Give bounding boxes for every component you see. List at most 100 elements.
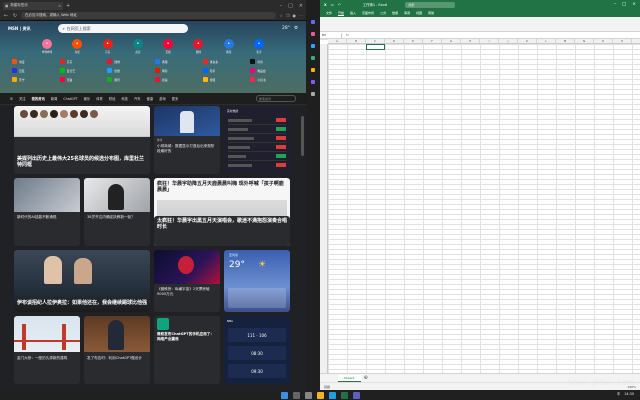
weather-card[interactable]: 圣何塞 29° ☀	[224, 250, 290, 312]
news-card[interactable]: 新时代的AI技能不断涌现	[14, 178, 80, 246]
feed-tab[interactable]: 更多	[172, 96, 179, 101]
news-card-big[interactable]: 伊布谈招纪人拉伊奥拉：如果他还在，我会继续踢球比他强	[14, 250, 150, 312]
quick-link[interactable]: • 知乎	[252, 39, 266, 54]
collections-icon[interactable]: ❐	[286, 13, 290, 18]
web-search-input[interactable]: ⌕ 在网页上搜索	[58, 24, 189, 33]
shortcut-item[interactable]: 携程	[155, 58, 199, 65]
minimize-icon[interactable]: –	[614, 2, 616, 7]
maximize-icon[interactable]: □	[288, 3, 293, 9]
ribbon-tab[interactable]: 插入	[350, 11, 356, 15]
shortcut-item[interactable]: 网易	[155, 67, 199, 74]
shortcut-item[interactable]: 拼多多	[202, 58, 247, 65]
news-card-big[interactable]: 美媒列出历史上最伟大25名球员的候选分布图，库里杜兰特同框	[14, 106, 150, 174]
settings-gear-icon[interactable]: ⚙	[294, 26, 298, 31]
close-window-icon[interactable]: ×	[299, 3, 303, 9]
column-header[interactable]: C	[366, 39, 385, 43]
shortcut-item[interactable]: 微博	[107, 58, 151, 65]
language-indicator[interactable]: 中	[617, 391, 620, 396]
quick-link[interactable]: • 淘宝	[70, 39, 84, 54]
column-header[interactable]: P	[613, 39, 632, 43]
edge-icon[interactable]	[328, 391, 336, 399]
shortcut-item[interactable]: 小红书	[250, 76, 294, 83]
save-icon[interactable]: ▭	[331, 3, 334, 7]
feed-search-input[interactable]: 搜索资讯	[256, 95, 296, 102]
shortcut-item[interactable]: 爱奇艺	[59, 67, 104, 74]
excel-search-input[interactable]: 搜索	[405, 1, 456, 8]
ribbon-tab[interactable]: 数据	[392, 11, 398, 15]
news-card-wide[interactable]: 太疯狂！华晨宇出黑五月天演唱会，歌迷不满抱怨演奏合唱时长	[154, 216, 290, 246]
column-header[interactable]: F	[423, 39, 442, 43]
feed-scrollbar[interactable]	[301, 106, 304, 390]
shortcut-item[interactable]: 百度	[12, 67, 56, 74]
column-header[interactable]: A	[328, 39, 347, 43]
column-header[interactable]: I	[480, 39, 499, 43]
news-card[interactable]: 体育 小球商城：数据显示打造后出来现阶段最好的	[154, 106, 220, 174]
ribbon-tab[interactable]: 公式	[380, 11, 386, 15]
store-icon[interactable]	[352, 391, 360, 399]
address-bar[interactable]: 在必应中搜索，或输入 Web 地址	[21, 12, 277, 19]
column-header[interactable]: G	[442, 39, 461, 43]
quick-link[interactable]: • 京东	[101, 39, 115, 54]
snap-divider[interactable]	[306, 0, 320, 390]
feed-tab[interactable]: 游戏	[159, 96, 166, 101]
feed-tab[interactable]: 新闻	[51, 96, 58, 101]
quick-link[interactable]: • 必应	[131, 39, 145, 54]
weather-map[interactable]	[228, 288, 286, 308]
ribbon-tab[interactable]: 文件	[326, 11, 332, 15]
sidebar-app-icon[interactable]	[311, 32, 315, 36]
shortcut-item[interactable]: 新浪	[155, 76, 199, 83]
clock[interactable]: 14:30	[624, 392, 634, 396]
file-explorer-icon[interactable]	[316, 391, 324, 399]
undo-icon[interactable]: ↶	[338, 3, 341, 7]
ribbon-tab[interactable]: 帮助	[428, 11, 434, 15]
feed-tab[interactable]: 我的资讯	[32, 96, 45, 101]
column-header[interactable]: H	[461, 39, 480, 43]
news-card[interactable]: 金门大桥：一座历久弥新的建筑	[14, 316, 80, 384]
fx-icon[interactable]: fx	[342, 33, 349, 37]
shortcut-item[interactable]: 抖音	[250, 58, 294, 65]
column-header[interactable]: N	[575, 39, 594, 43]
quick-link[interactable]: • 携程	[222, 39, 236, 54]
quick-link[interactable]: • 哔哩哔哩	[40, 39, 54, 54]
close-icon[interactable]: ×	[58, 4, 61, 8]
shortcut-item[interactable]: 苏宁	[12, 76, 56, 83]
shortcut-item[interactable]: 京东	[59, 58, 104, 65]
name-box[interactable]: B3	[320, 32, 342, 38]
search-icon[interactable]	[292, 391, 300, 399]
column-header[interactable]: L	[537, 39, 556, 43]
sidebar-app-icon[interactable]	[311, 80, 315, 84]
column-header[interactable]: B	[347, 39, 366, 43]
sidebar-app-icon[interactable]	[311, 20, 315, 24]
feed-tab[interactable]: 体育	[96, 96, 103, 101]
shortcut-item[interactable]: 优酷	[107, 67, 151, 74]
feed-tab[interactable]: 娱乐	[84, 96, 91, 101]
column-header[interactable]: E	[404, 39, 423, 43]
maximize-icon[interactable]: □	[622, 2, 626, 7]
column-header[interactable]: M	[556, 39, 575, 43]
news-card[interactable]: 《蜘蛛侠：纵横宇宙》2天票房破9000万元	[154, 250, 220, 312]
ribbon-tab[interactable]: 视图	[416, 11, 422, 15]
ribbon-tab[interactable]: 审阅	[404, 11, 410, 15]
column-header[interactable]: K	[518, 39, 537, 43]
task-view-icon[interactable]	[304, 391, 312, 399]
minimize-icon[interactable]: –	[280, 3, 283, 9]
ribbon-tab[interactable]: 页面布局	[362, 11, 374, 15]
ribbon-tab[interactable]: 开始	[338, 11, 345, 16]
feed-tab[interactable]: 关注	[19, 96, 26, 101]
shortcut-item[interactable]: 知乎	[202, 67, 247, 74]
weather-hero[interactable]: 28°	[282, 26, 290, 31]
column-header[interactable]: O	[594, 39, 613, 43]
trending-card[interactable]: 实时热搜	[224, 106, 290, 174]
close-window-icon[interactable]: ×	[632, 2, 636, 7]
shortcut-item[interactable]: 腾讯	[107, 76, 151, 83]
excel-icon[interactable]	[340, 391, 348, 399]
sidebar-app-icon[interactable]	[311, 68, 315, 72]
favorites-icon[interactable]: ☆	[279, 13, 283, 18]
new-tab-button[interactable]: +	[66, 3, 70, 9]
shortcut-item[interactable]: 搜狐	[202, 76, 247, 83]
feed-tab[interactable]: 汽车	[134, 96, 141, 101]
feed-tab[interactable]: ChatGPT	[63, 97, 77, 101]
refresh-icon[interactable]: ↻	[12, 13, 18, 19]
add-sheet-icon[interactable]: ⊕	[364, 375, 368, 381]
sheet-tab[interactable]: Sheet1	[338, 374, 361, 382]
